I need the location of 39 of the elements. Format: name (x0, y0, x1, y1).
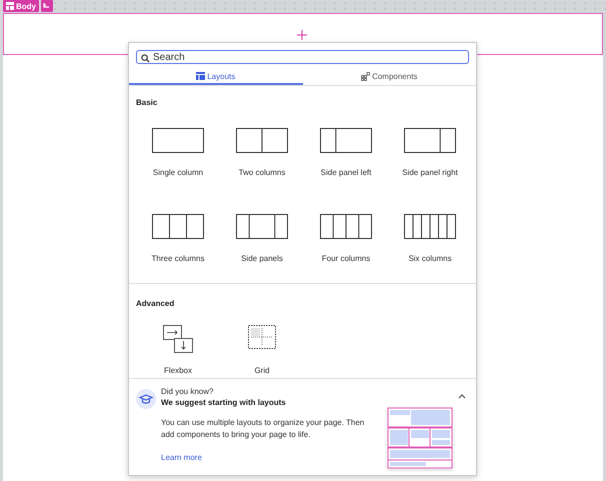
add-icon[interactable] (297, 30, 307, 40)
layout-option[interactable]: Side panels (222, 214, 302, 263)
layout-option[interactable]: Side panel right (390, 128, 470, 177)
body-tag[interactable]: Body (3, 0, 39, 12)
layout-option[interactable]: Three columns (138, 214, 218, 263)
layout-illustration (387, 407, 453, 469)
tab[interactable]: Components (302, 69, 476, 85)
layout-option[interactable]: Side panel left (306, 128, 386, 177)
hierarchy-button[interactable] (41, 0, 53, 12)
components-icon (361, 72, 370, 80)
learn-more-link[interactable]: Learn more (161, 453, 202, 462)
tab[interactable]: Layouts (129, 69, 302, 85)
column-layout-icon (320, 214, 372, 239)
tip-title: We suggest starting with layouts (161, 398, 286, 407)
section-title: Advanced (136, 299, 174, 308)
search-field[interactable]: Search (136, 50, 469, 64)
layout-option[interactable]: Flexbox (138, 325, 218, 375)
grid-icon (248, 325, 276, 349)
tip-eyebrow: Did you know? (161, 387, 214, 396)
hierarchy-icon (43, 2, 51, 10)
layout-icon (196, 72, 206, 80)
layout-option[interactable]: Grid (222, 325, 302, 375)
layout-option[interactable]: Single column (138, 128, 218, 177)
tip-text: You can use multiple layouts to organize your page. Then add components to bring your page to life. (161, 417, 366, 441)
layout-icon (6, 2, 14, 10)
column-layout-icon (404, 128, 456, 153)
chevron-icon[interactable] (458, 393, 466, 399)
column-layout-icon (320, 128, 372, 153)
flexbox-icon (163, 325, 193, 353)
graduation-cap-icon (136, 389, 156, 409)
section-title: Basic (136, 98, 158, 107)
layout-option[interactable]: Six columns (390, 214, 470, 263)
column-layout-icon (236, 128, 288, 153)
column-layout-icon (236, 214, 288, 239)
column-layout-icon (152, 214, 204, 239)
layout-option[interactable]: Two columns (222, 128, 302, 177)
column-layout-icon (404, 214, 456, 239)
column-layout-icon (152, 128, 204, 153)
layout-option[interactable]: Four columns (306, 214, 386, 263)
